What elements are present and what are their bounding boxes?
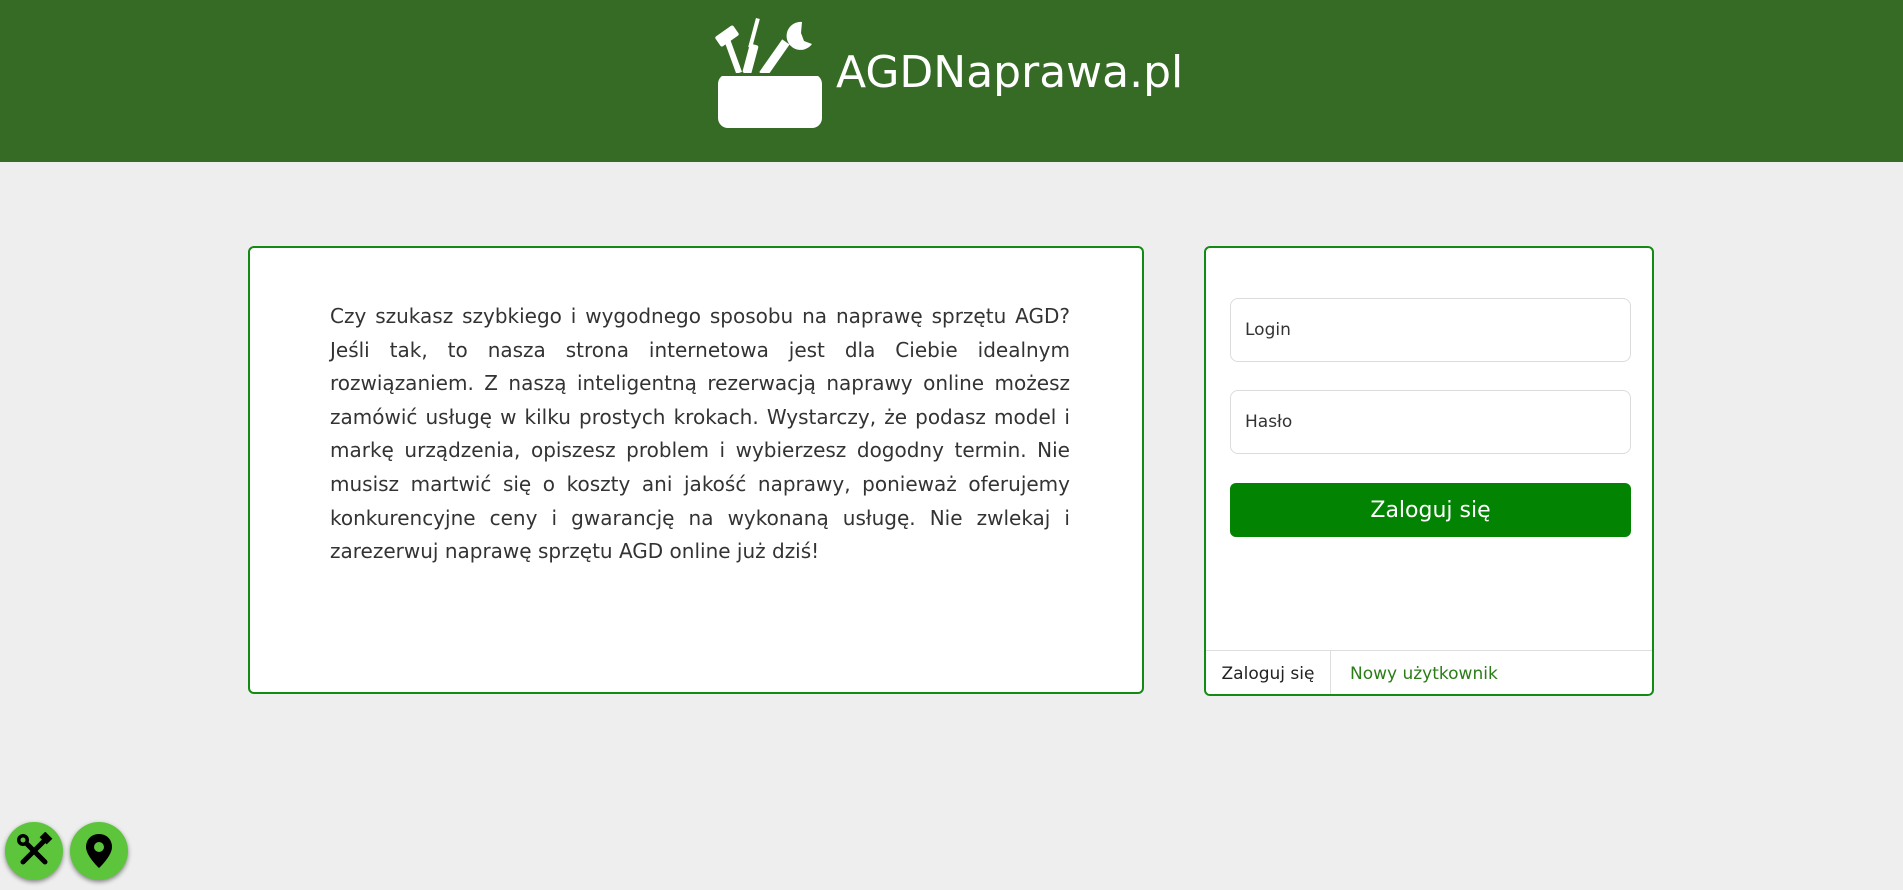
location-button[interactable] — [70, 822, 128, 880]
password-input[interactable] — [1230, 390, 1631, 454]
map-pin-icon — [86, 834, 112, 868]
tab-new-user[interactable]: Nowy użytkownik — [1350, 651, 1498, 694]
toolbox-icon — [715, 17, 822, 128]
site-name: AGDNaprawa.pl — [836, 46, 1184, 98]
login-button[interactable]: Zaloguj się — [1230, 483, 1631, 537]
login-card: Zaloguj się Zaloguj się Nowy użytkownik — [1204, 246, 1654, 696]
login-tabs: Zaloguj się Nowy użytkownik — [1206, 650, 1652, 694]
tools-button[interactable] — [5, 822, 63, 880]
info-card: Czy szukasz szybkiego i wygodnego sposob… — [248, 246, 1144, 694]
tools-icon — [17, 832, 53, 865]
info-description: Czy szukasz szybkiego i wygodnego sposob… — [330, 304, 1070, 564]
site-header: AGDNaprawa.pl — [0, 0, 1903, 162]
tab-login[interactable]: Zaloguj się — [1206, 651, 1331, 694]
logo[interactable]: AGDNaprawa.pl — [710, 16, 1183, 128]
login-input[interactable] — [1230, 298, 1631, 362]
